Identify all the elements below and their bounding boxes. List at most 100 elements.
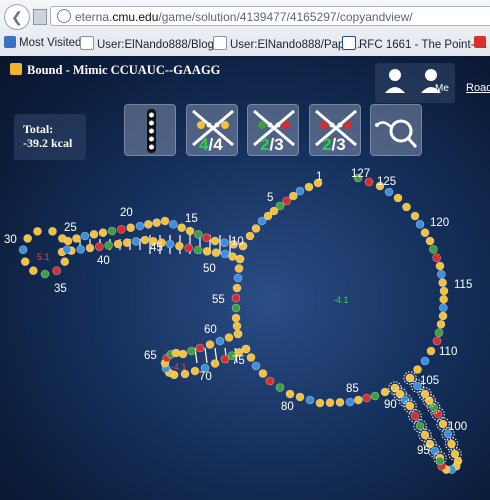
- nucleotides[interactable]: [18, 173, 463, 474]
- nucleotide[interactable]: [18, 245, 28, 255]
- bookmark-most-visited[interactable]: Most Visited: [4, 36, 81, 49]
- nucleotide[interactable]: [380, 387, 390, 397]
- nucleotide[interactable]: [285, 389, 295, 399]
- nucleotide[interactable]: [29, 266, 38, 275]
- nucleotide[interactable]: [220, 249, 230, 259]
- nucleotide[interactable]: [354, 395, 363, 405]
- nucleotide[interactable]: [175, 241, 184, 251]
- nucleotide[interactable]: [202, 233, 211, 242]
- nucleotide[interactable]: [432, 253, 441, 262]
- nucleotide[interactable]: [434, 328, 444, 337]
- nucleotide[interactable]: [89, 230, 99, 239]
- nucleotide[interactable]: [215, 336, 225, 346]
- nucleotide[interactable]: [232, 283, 242, 293]
- nucleotide[interactable]: [410, 211, 420, 221]
- nucleotide[interactable]: [447, 439, 456, 449]
- nucleotide[interactable]: [234, 264, 244, 273]
- nucleotide[interactable]: [265, 376, 275, 386]
- nucleotide[interactable]: [52, 266, 61, 275]
- nucleotide[interactable]: [345, 397, 355, 407]
- nucleotide[interactable]: [420, 356, 430, 366]
- nucleotide[interactable]: [107, 226, 117, 236]
- nucleotide[interactable]: [195, 343, 205, 353]
- nucleotide[interactable]: [220, 238, 229, 247]
- nucleotide[interactable]: [135, 221, 145, 231]
- nucleotide[interactable]: [384, 187, 394, 197]
- nucleotide[interactable]: [178, 349, 188, 359]
- nucleotide[interactable]: [439, 286, 449, 296]
- nucleotide[interactable]: [33, 227, 42, 236]
- nucleotide[interactable]: [405, 373, 415, 383]
- nucleotide[interactable]: [152, 218, 161, 227]
- nucleotide[interactable]: [210, 359, 220, 368]
- nucleotide[interactable]: [435, 456, 445, 466]
- nucleotide[interactable]: [231, 313, 241, 323]
- nucleotide[interactable]: [187, 346, 196, 356]
- nucleotide[interactable]: [171, 348, 181, 358]
- nucleotide[interactable]: [370, 391, 380, 401]
- nucleotide[interactable]: [160, 216, 170, 226]
- nucleotide[interactable]: [257, 216, 267, 226]
- bookmark-extra[interactable]: [474, 36, 489, 49]
- nucleotide[interactable]: [20, 257, 30, 266]
- nucleotide[interactable]: [184, 243, 193, 253]
- nucleotide[interactable]: [144, 220, 153, 229]
- nucleotide[interactable]: [429, 245, 438, 254]
- nucleotide[interactable]: [210, 236, 220, 246]
- nucleotide[interactable]: [235, 254, 245, 264]
- nucleotide[interactable]: [80, 231, 90, 241]
- nucleotide[interactable]: [438, 419, 448, 429]
- nucleotide[interactable]: [122, 238, 132, 247]
- nucleotide[interactable]: [426, 346, 436, 356]
- nucleotide[interactable]: [304, 182, 314, 192]
- nucleotide[interactable]: [98, 228, 108, 237]
- back-button[interactable]: ❮: [4, 4, 30, 30]
- nucleotide[interactable]: [60, 257, 70, 266]
- nucleotide[interactable]: [246, 353, 256, 362]
- nucleotide[interactable]: [23, 234, 32, 243]
- nucleotide[interactable]: [104, 241, 113, 250]
- nucleotide[interactable]: [282, 196, 291, 206]
- nucleotide[interactable]: [126, 223, 135, 232]
- nucleotide[interactable]: [436, 320, 446, 329]
- nucleotide[interactable]: [131, 237, 141, 246]
- nucleotide[interactable]: [58, 234, 67, 243]
- nucleotide[interactable]: [76, 245, 85, 254]
- nucleotide[interactable]: [194, 230, 203, 239]
- nucleotide[interactable]: [415, 421, 425, 431]
- nucleotide[interactable]: [315, 398, 325, 408]
- nucleotide[interactable]: [202, 247, 212, 256]
- nucleotide[interactable]: [405, 401, 415, 411]
- nucleotide[interactable]: [305, 395, 315, 405]
- nucleotide[interactable]: [438, 311, 448, 321]
- nucleotide[interactable]: [420, 389, 430, 399]
- nucleotide[interactable]: [62, 245, 72, 255]
- nucleotide[interactable]: [420, 228, 430, 237]
- nucleotide[interactable]: [420, 430, 430, 440]
- nucleotide[interactable]: [435, 261, 445, 271]
- nucleotide[interactable]: [185, 226, 195, 236]
- nucleotide[interactable]: [325, 398, 335, 407]
- nucleotide[interactable]: [232, 321, 242, 331]
- nucleotide[interactable]: [295, 186, 305, 196]
- nucleotide[interactable]: [113, 239, 123, 249]
- nucleotide[interactable]: [233, 273, 243, 283]
- nucleotide[interactable]: [72, 234, 81, 243]
- nucleotide[interactable]: [140, 235, 150, 245]
- game-canvas[interactable]: Bound - Mimic CCUAUC--GAAGG Total: -39.2…: [0, 56, 490, 500]
- nucleotide[interactable]: [48, 227, 57, 236]
- nucleotide[interactable]: [193, 245, 203, 255]
- bookmark-papers[interactable]: User:ElNando888/Pape...: [213, 36, 360, 51]
- nucleotide[interactable]: [410, 411, 420, 421]
- nucleotide[interactable]: [439, 295, 448, 304]
- nucleotide[interactable]: [335, 398, 345, 407]
- nucleotide[interactable]: [85, 243, 95, 253]
- nucleotide[interactable]: [425, 236, 435, 246]
- nucleotide[interactable]: [430, 446, 440, 456]
- nucleotide[interactable]: [295, 392, 305, 402]
- nucleotide[interactable]: [233, 329, 243, 339]
- nucleotide[interactable]: [211, 248, 221, 257]
- nucleotide[interactable]: [40, 269, 50, 279]
- nucleotide[interactable]: [231, 293, 241, 303]
- nucleotide[interactable]: [439, 303, 448, 312]
